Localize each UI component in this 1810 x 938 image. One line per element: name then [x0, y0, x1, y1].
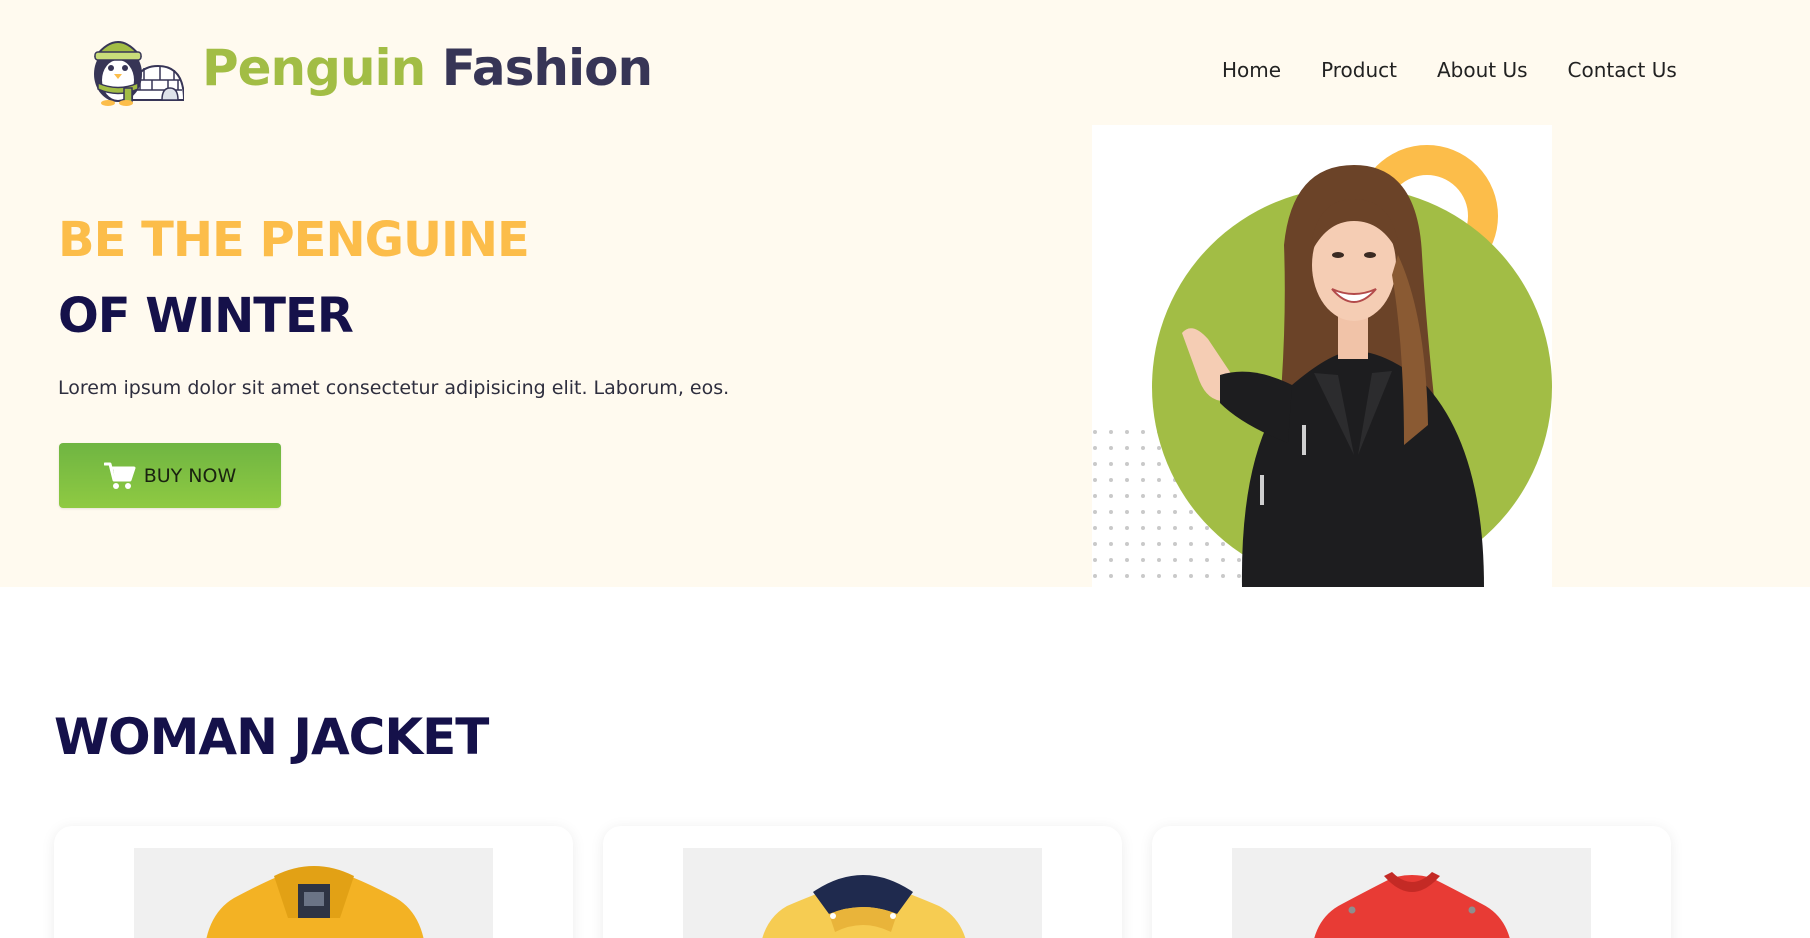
hero-section: Penguin Fashion Home Product About Us Co… [0, 0, 1810, 587]
nav-item-product[interactable]: Product [1321, 58, 1397, 82]
nav-item-home[interactable]: Home [1222, 58, 1281, 82]
main-nav: Home Product About Us Contact Us [1222, 58, 1677, 82]
site-logo[interactable]: Penguin Fashion [80, 28, 653, 108]
penguin-igloo-logo-icon [93, 41, 184, 106]
nav-item-contact-us[interactable]: Contact Us [1568, 58, 1677, 82]
section-title: WOMAN JACKET [54, 708, 489, 766]
buy-now-button[interactable]: BUY NOW [59, 443, 281, 508]
red-jacket-image [1314, 872, 1510, 938]
nav-item-about-us[interactable]: About Us [1437, 58, 1528, 82]
yellow-hooded-jacket-image [762, 875, 966, 938]
product-image [134, 848, 493, 938]
buy-now-label: BUY NOW [143, 464, 237, 487]
hero-headline-line2: OF WINTER [58, 288, 354, 344]
brand-name: Penguin Fashion [202, 39, 653, 97]
brand-name-part2: Fashion [441, 39, 653, 97]
model-illustration [1092, 145, 1552, 587]
yellow-coat-image [206, 866, 424, 938]
hero-description: Lorem ipsum dolor sit amet consectetur a… [58, 377, 730, 399]
product-list [54, 826, 1671, 938]
product-card[interactable] [603, 826, 1122, 938]
product-card[interactable] [1152, 826, 1671, 938]
product-image [1232, 848, 1591, 938]
hero-model-image [1092, 125, 1552, 587]
product-card[interactable] [54, 826, 573, 938]
brand-name-part1: Penguin [202, 39, 426, 97]
cart-icon [103, 462, 136, 489]
product-image [683, 848, 1042, 938]
hero-headline-line1: BE THE PENGUINE [58, 212, 530, 268]
